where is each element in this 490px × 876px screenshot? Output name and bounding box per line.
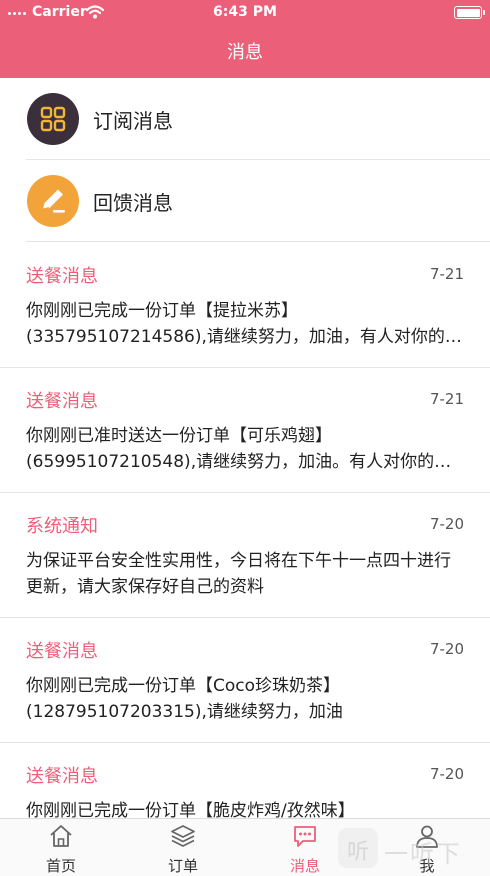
message-date: 7-20: [429, 515, 464, 533]
message-item[interactable]: 送餐消息 7-20 你刚刚已完成一份订单【脆皮炸鸡/孜然味】: [0, 743, 490, 818]
message-date: 7-20: [429, 640, 464, 658]
tab-label: 订单: [167, 857, 198, 875]
feedback-messages-row[interactable]: 回馈消息: [0, 160, 490, 242]
chat-icon: [294, 826, 316, 847]
message-body: 为保证平台安全性实用性，今日将在下午十一点四十进行更新，请大家保存好自己的资料: [26, 551, 451, 597]
status-bar: Carrier 6:43 PM: [0, 0, 490, 26]
pencil-icon: [27, 175, 79, 227]
message-item[interactable]: 送餐消息 7-20 你刚刚已完成一份订单【Coco珍珠奶茶】(128795107…: [0, 618, 490, 743]
message-date: 7-20: [429, 765, 464, 783]
grid-icon: [27, 93, 79, 145]
message-type: 送餐消息: [26, 766, 98, 787]
status-time: 6:43 PM: [213, 4, 277, 20]
message-type: 送餐消息: [26, 266, 98, 287]
message-body: 你刚刚已完成一份订单【脆皮炸鸡/孜然味】: [26, 801, 355, 818]
message-item[interactable]: 系统通知 7-20 为保证平台安全性实用性，今日将在下午十一点四十进行更新，请大…: [0, 493, 490, 618]
app-header: Carrier 6:43 PM 消息: [0, 0, 490, 78]
message-date: 7-21: [429, 265, 464, 283]
message-list[interactable]: 订阅消息 回馈消息 送餐消息 7-21 你刚刚已完成一份订单【提拉米苏】(335…: [0, 78, 490, 818]
tab-orders[interactable]: 订单: [122, 819, 244, 876]
page-title: 消息: [227, 42, 263, 63]
battery-icon: [454, 6, 485, 19]
divider: [26, 241, 490, 242]
tab-home[interactable]: 首页: [0, 819, 122, 876]
message-type: 系统通知: [26, 516, 98, 537]
watermark-text: 一听下载: [384, 840, 462, 876]
message-body: 你刚刚已完成一份订单【提拉米苏】(335795107214586),请继续努力，…: [26, 301, 462, 347]
subscribe-messages-row[interactable]: 订阅消息: [0, 78, 490, 160]
subscribe-messages-label: 订阅消息: [93, 109, 173, 133]
tab-label: 首页: [45, 857, 76, 875]
message-type: 送餐消息: [26, 641, 98, 662]
message-body: 你刚刚已完成一份订单【Coco珍珠奶茶】(128795107203315),请继…: [26, 676, 343, 722]
watermark-logo: 听: [338, 828, 378, 868]
home-icon: [50, 825, 72, 847]
message-item[interactable]: 送餐消息 7-21 你刚刚已完成一份订单【提拉米苏】(3357951072145…: [0, 243, 490, 368]
message-date: 7-21: [429, 390, 464, 408]
layers-icon: [171, 825, 195, 847]
message-body: 你刚刚已准时送达一份订单【可乐鸡翅】(65995107210548),请继续努力…: [26, 426, 452, 472]
message-type: 送餐消息: [26, 391, 98, 412]
watermark: 听 一听下载: [338, 826, 486, 876]
message-item[interactable]: 送餐消息 7-21 你刚刚已准时送达一份订单【可乐鸡翅】(65995107210…: [0, 368, 490, 493]
feedback-messages-label: 回馈消息: [93, 191, 173, 215]
